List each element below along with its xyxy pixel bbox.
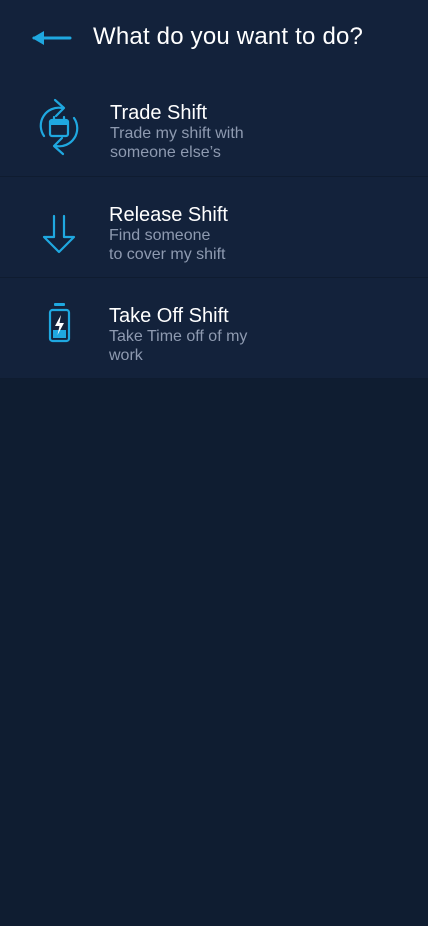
page-title: What do you want to do? [93,23,364,50]
option-text: Take Off Shift Take Time off of my work [109,305,309,365]
header: What do you want to do? [0,0,428,76]
trade-shift-option[interactable]: Trade Shift Trade my shift with someone … [0,76,428,177]
option-label: Trade Shift [110,102,208,124]
option-description: Trade my shift with someone else’s [110,125,244,161]
take-off-shift-option[interactable]: Take Off Shift Take Time off of my work [0,278,428,379]
options-list: Trade Shift Trade my shift with someone … [0,76,428,379]
option-description: Find someone to cover my shift [109,227,226,263]
back-button[interactable] [28,24,76,52]
option-text: Trade Shift Trade my shift with someone … [110,102,310,162]
battery-charging-icon [46,302,96,372]
option-text: Release Shift Find someone to cover my s… [109,204,309,264]
option-label: Release Shift [109,204,228,226]
option-description: Take Time off of my work [109,328,248,364]
arrow-down-icon [38,211,88,281]
swap-calendar-icon [34,92,84,162]
arrow-left-icon [32,31,72,45]
release-shift-option[interactable]: Release Shift Find someone to cover my s… [0,177,428,278]
option-label: Take Off Shift [109,305,229,327]
